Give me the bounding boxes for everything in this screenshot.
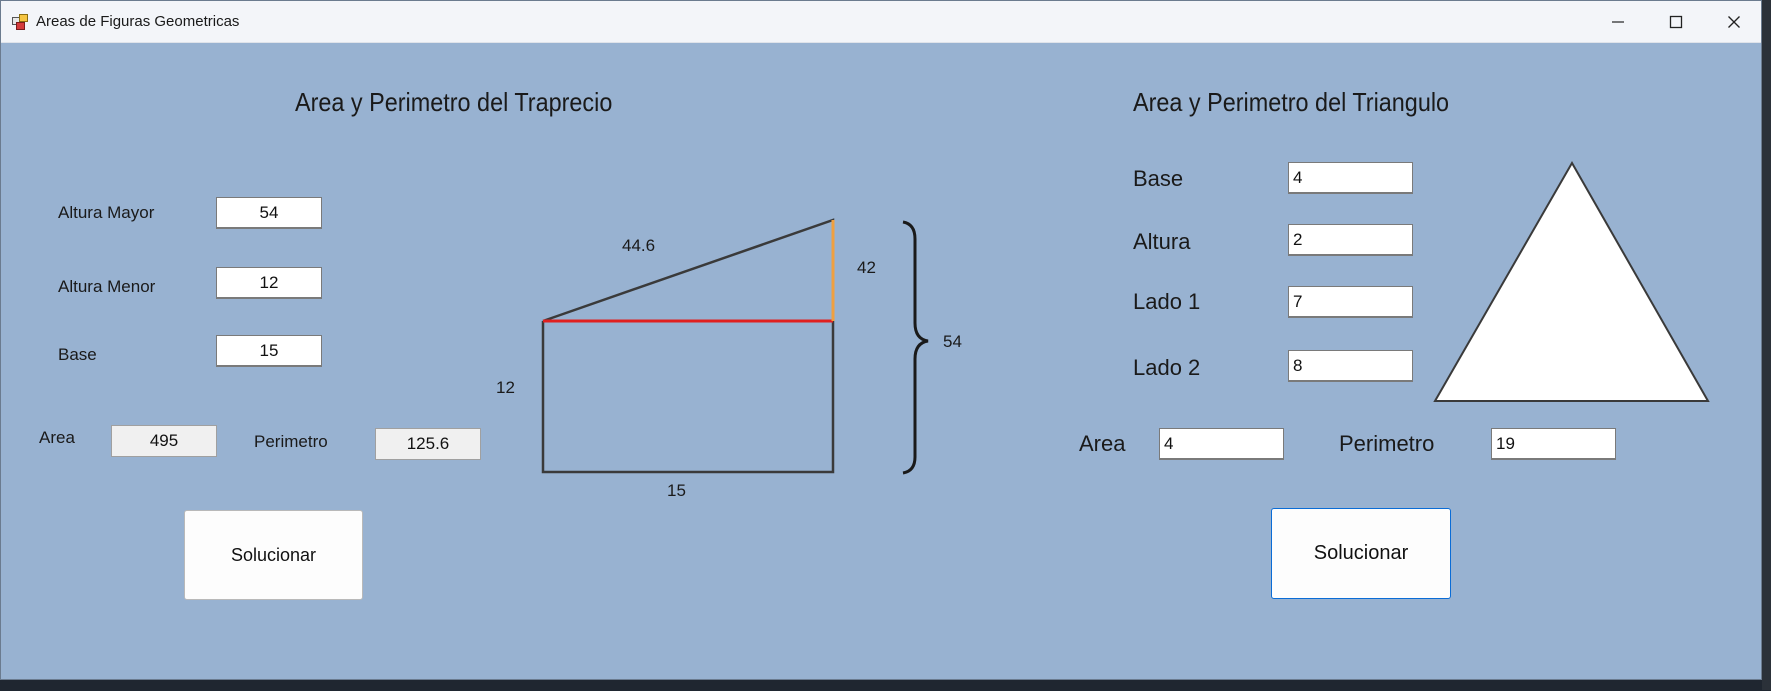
base-label: Base	[58, 345, 97, 364]
base-input[interactable]: 15	[216, 335, 322, 367]
curly-brace-icon	[902, 220, 929, 475]
minimize-icon	[1612, 20, 1624, 23]
tri-base-input[interactable]: 4	[1288, 162, 1413, 194]
tri-altura-input[interactable]: 2	[1288, 224, 1413, 256]
tri-base-label: Base	[1133, 166, 1184, 191]
bottom-length-label: 15	[667, 481, 686, 500]
area-label: Area	[39, 428, 75, 447]
tri-lado2-input[interactable]: 8	[1288, 350, 1413, 382]
upper-right-length-label: 42	[857, 258, 876, 277]
background-desktop-strip	[1762, 0, 1771, 690]
title-bar: Areas de Figuras Geometricas	[1, 1, 1761, 43]
altura-mayor-input[interactable]: 54	[216, 197, 322, 229]
close-button[interactable]	[1705, 1, 1763, 42]
total-height-label: 54	[943, 332, 962, 351]
tri-lado1-label: Lado 1	[1133, 289, 1201, 314]
maximize-icon	[1669, 15, 1683, 28]
triangle-shape	[1433, 160, 1710, 402]
triangulo-solve-button[interactable]: Solucionar	[1271, 508, 1451, 599]
close-icon	[1728, 15, 1740, 28]
tri-altura-label: Altura	[1133, 229, 1191, 254]
trapecio-heading: Area y Perimetro del Traprecio	[295, 87, 613, 117]
altura-mayor-label: Altura Mayor	[58, 203, 155, 222]
altura-menor-input[interactable]: 12	[216, 267, 322, 299]
main-window: Areas de Figuras Geometricas Area y Peri…	[0, 0, 1762, 680]
tri-perimetro-output[interactable]: 19	[1491, 428, 1616, 460]
perimetro-label: Perimetro	[254, 432, 328, 451]
left-height-label: 12	[496, 378, 515, 397]
area-output[interactable]: 495	[111, 425, 217, 457]
altura-menor-label: Altura Menor	[58, 277, 156, 296]
trapecio-solve-button[interactable]: Solucionar	[184, 510, 363, 600]
window-title: Areas de Figuras Geometricas	[36, 13, 240, 30]
tri-area-output[interactable]: 4	[1159, 428, 1284, 460]
tri-area-label: Area	[1079, 431, 1126, 456]
tri-lado2-label: Lado 2	[1133, 355, 1201, 380]
app-form-icon	[12, 14, 28, 30]
maximize-button[interactable]	[1647, 1, 1705, 42]
perimetro-output[interactable]: 125.6	[375, 428, 481, 460]
tri-perimetro-label: Perimetro	[1339, 431, 1435, 456]
hyp-length-label: 44.6	[622, 236, 656, 255]
trapecio-outline	[541, 218, 835, 474]
triangulo-heading: Area y Perimetro del Triangulo	[1133, 87, 1450, 117]
tri-lado1-input[interactable]: 7	[1288, 286, 1413, 318]
minimize-button[interactable]	[1589, 1, 1647, 42]
